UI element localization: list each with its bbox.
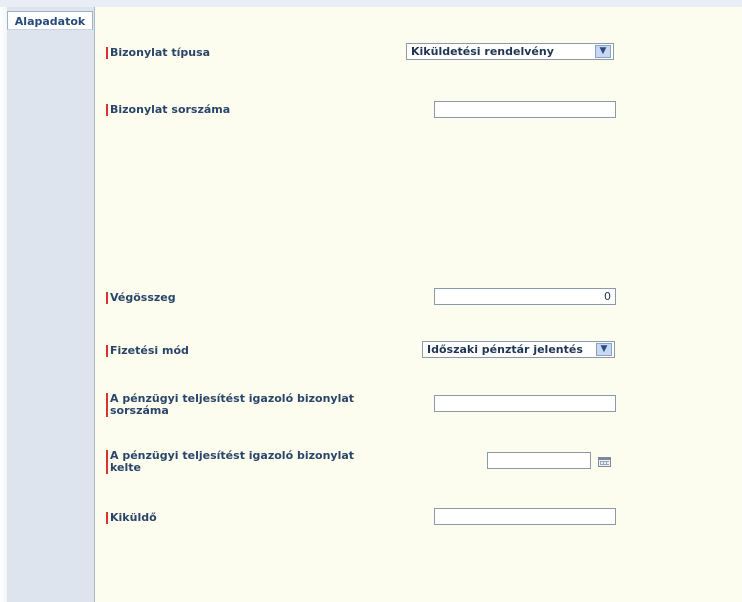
- tab-alapadatok[interactable]: Alapadatok: [7, 11, 93, 30]
- calendar-icon[interactable]: [598, 457, 611, 467]
- input-igazolo-kelte[interactable]: [487, 452, 591, 469]
- select-bizonylat-tipusa-value: Kiküldetési rendelvény: [411, 45, 554, 58]
- chevron-down-icon[interactable]: ▼: [596, 343, 612, 356]
- label-igazolo-kelte: A pénzügyi teljesítést igazoló bizonylat…: [106, 450, 372, 474]
- label-vegosszeg: Végösszeg: [106, 292, 176, 304]
- top-strip: [0, 0, 742, 7]
- label-kikuldo: Kiküldő: [106, 512, 157, 524]
- label-bizonylat-sorszama: Bizonylat sorszáma: [106, 104, 230, 116]
- input-vegosszeg[interactable]: 0: [434, 288, 616, 305]
- sidebar: [7, 7, 94, 602]
- input-kikuldo[interactable]: [434, 508, 616, 525]
- input-bizonylat-sorszama[interactable]: [434, 101, 616, 118]
- select-fizetesi-mod[interactable]: Időszaki pénztár jelentés ▼: [422, 341, 615, 358]
- chevron-down-icon[interactable]: ▼: [595, 45, 611, 58]
- input-igazolo-sorszama[interactable]: [434, 395, 616, 412]
- left-edge: [0, 7, 7, 602]
- select-bizonylat-tipusa[interactable]: Kiküldetési rendelvény ▼: [406, 43, 614, 60]
- label-fizetesi-mod: Fizetési mód: [106, 345, 189, 357]
- select-fizetesi-mod-value: Időszaki pénztár jelentés: [427, 343, 583, 356]
- label-igazolo-sorszama: A pénzügyi teljesítést igazoló bizonylat…: [106, 393, 372, 417]
- form-panel: [94, 7, 742, 602]
- label-bizonylat-tipusa: Bizonylat típusa: [106, 47, 210, 59]
